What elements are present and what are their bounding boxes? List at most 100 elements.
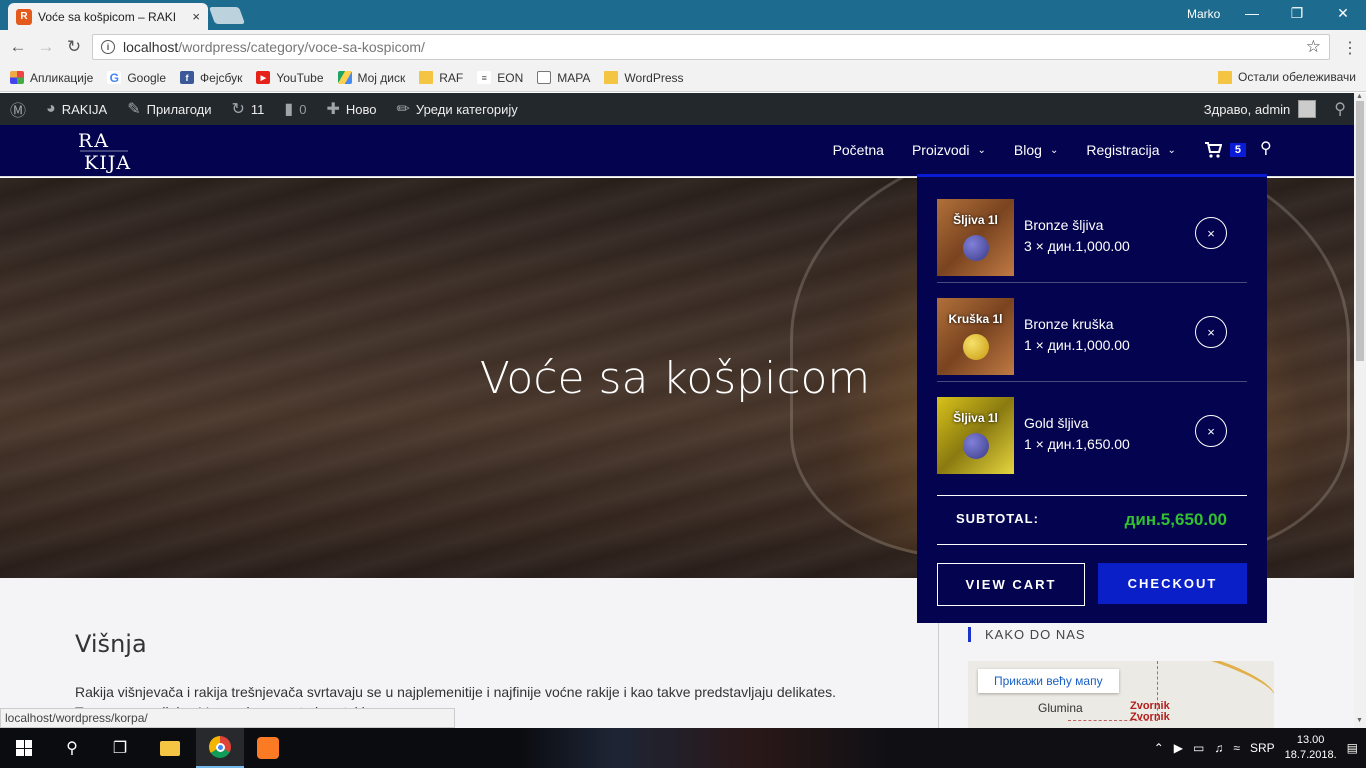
wp-logo-button[interactable]: Ⓜ [0, 93, 36, 125]
subtotal-row: SUBTOTAL: дин.5,650.00 [937, 495, 1247, 545]
start-button[interactable] [0, 728, 48, 768]
bookmark-wordpress[interactable]: WordPress [604, 71, 684, 85]
cart-item-name[interactable]: Bronze kruška [1024, 316, 1113, 332]
new-tab-button[interactable] [208, 7, 246, 24]
wp-account[interactable]: Здраво, admin ⚲ [1204, 93, 1346, 125]
cart-item: Kruška 1l Bronze kruška 1 × дин.1,000.00… [937, 286, 1247, 382]
search-taskbar-button[interactable]: ⚲ [48, 728, 96, 768]
chrome-taskbar-button[interactable] [196, 728, 244, 768]
input-language[interactable]: SRP [1250, 741, 1275, 755]
search-icon[interactable]: ⚲ [1260, 138, 1272, 158]
xampp-favicon-icon: R [16, 8, 32, 25]
pear-icon [962, 334, 989, 360]
minimize-icon[interactable]: — [1242, 5, 1262, 21]
task-view-button[interactable]: ❐ [96, 728, 144, 768]
info-icon[interactable]: i [101, 40, 115, 54]
chrome-menu-icon[interactable]: ⋮ [1342, 38, 1358, 58]
bookmark-google[interactable]: G Google [107, 71, 166, 85]
clock[interactable]: 13.00 18.7.2018. [1285, 733, 1337, 763]
volume-icon[interactable]: ♫ [1214, 741, 1223, 755]
youtube-icon: ▶ [256, 71, 271, 84]
close-window-icon[interactable]: ✕ [1333, 5, 1353, 22]
cart-item-qty: 1 × дин.1,000.00 [1024, 337, 1130, 353]
window-user[interactable]: Marko [1187, 7, 1220, 21]
file-explorer-button[interactable] [146, 728, 194, 768]
bookmark-other[interactable]: Остали обележивачи [1218, 70, 1356, 84]
bookmark-mapa[interactable]: MAPA [537, 71, 590, 85]
cart-item-qty: 1 × дин.1,650.00 [1024, 436, 1130, 452]
cart-item-name[interactable]: Gold šljiva [1024, 415, 1089, 431]
tab-title: Voće sa košpicom – RAKI [38, 9, 177, 24]
omnibox[interactable]: i localhost/wordpress/category/voce-sa-k… [92, 34, 1330, 60]
cart-button[interactable]: 5 [1204, 142, 1246, 158]
wp-new-label: Ново [345, 101, 377, 117]
forward-icon[interactable]: → [36, 37, 56, 57]
remove-item-button[interactable]: × [1195, 316, 1227, 348]
map-widget[interactable]: Прикажи већу мапу Glumina Zvornik Zvornik [968, 661, 1274, 731]
xampp-icon [257, 737, 279, 759]
scroll-up-icon[interactable]: ▲ [1356, 93, 1363, 100]
notifications-icon[interactable]: ▤ [1347, 741, 1358, 755]
wp-updates[interactable]: ↻ 11 [222, 93, 275, 125]
tab-close-icon[interactable]: × [192, 9, 200, 24]
windows-taskbar: ⚲ ❐ ⌃ ▶ ▭ ♫ ≈ SRP 13.00 18.7.2018. ▤ [0, 728, 1366, 768]
wp-comments[interactable]: ▮ 0 [274, 93, 316, 125]
nav-pocetna[interactable]: Početna [833, 142, 884, 158]
scroll-down-icon[interactable]: ▼ [1356, 717, 1363, 724]
product-thumbnail[interactable]: Šljiva 1l [937, 397, 1014, 474]
bookmark-label: MAPA [557, 70, 591, 85]
nav-proizvodi[interactable]: Proizvodi ⌄ [912, 142, 986, 158]
map-label-glumina: Glumina [1038, 701, 1083, 715]
bookmark-label: Остали обележивачи [1238, 70, 1356, 84]
nav-registracija[interactable]: Registracija ⌄ [1086, 142, 1176, 158]
post-title[interactable]: Višnja [75, 630, 147, 658]
avatar [1298, 100, 1317, 118]
wp-customize[interactable]: ✎ Прилагоди [117, 93, 221, 125]
map-larger-button[interactable]: Прикажи већу мапу [978, 669, 1119, 693]
site-logo[interactable]: RA KIJA [76, 127, 132, 175]
chevron-down-icon: ⌄ [1049, 144, 1059, 156]
restore-icon[interactable]: ❐ [1287, 5, 1307, 22]
back-icon[interactable]: ← [8, 37, 28, 57]
battery-icon[interactable]: ▭ [1193, 741, 1204, 755]
remove-item-button[interactable]: × [1195, 415, 1227, 447]
power-icon[interactable]: ▶ [1174, 741, 1183, 755]
folder-icon [604, 71, 619, 84]
facebook-icon: f [180, 71, 195, 84]
chevron-up-icon[interactable]: ⌃ [1154, 741, 1164, 755]
bookmark-youtube[interactable]: ▶ YouTube [256, 71, 324, 85]
bookmark-drive[interactable]: Мој диск [337, 71, 405, 85]
wp-site-label: RAKIJA [61, 101, 108, 117]
wp-search-icon[interactable]: ⚲ [1334, 99, 1346, 119]
bookmark-raf[interactable]: RAF [419, 71, 463, 85]
windows-icon [16, 740, 32, 756]
bookmark-star-icon[interactable]: ☆ [1306, 37, 1321, 57]
url-text[interactable]: localhost/wordpress/category/voce-sa-kos… [123, 39, 1298, 55]
wp-new[interactable]: ✚ Ново [316, 93, 386, 125]
product-thumbnail[interactable]: Šljiva 1l [937, 199, 1014, 276]
view-cart-button[interactable]: VIEW CART [937, 563, 1085, 606]
subtotal-value: дин.5,650.00 [1124, 510, 1227, 529]
bookmark-facebook[interactable]: f Фејсбук [180, 71, 242, 85]
nav-blog[interactable]: Blog ⌄ [1014, 142, 1058, 158]
page-scrollbar[interactable]: ▲ ▼ [1354, 93, 1366, 728]
checkout-button[interactable]: CHECKOUT [1098, 563, 1247, 604]
wordpress-icon: Ⓜ [10, 103, 27, 120]
wp-site-name[interactable]: ◕ RAKIJA [36, 93, 117, 125]
remove-item-button[interactable]: × [1195, 217, 1227, 249]
wifi-icon[interactable]: ≈ [1233, 741, 1240, 755]
xampp-taskbar-button[interactable] [244, 728, 292, 768]
thumb-label: Kruška 1l [948, 312, 1003, 326]
bookmark-apps[interactable]: Апликације [10, 71, 93, 85]
product-thumbnail[interactable]: Kruška 1l [937, 298, 1014, 375]
cart-item: Šljiva 1l Bronze šljiva 3 × дин.1,000.00… [937, 187, 1247, 283]
drive-icon [337, 71, 352, 84]
scroll-thumb[interactable] [1356, 101, 1364, 361]
cart-icon [1204, 142, 1222, 158]
subtotal-label: SUBTOTAL: [956, 511, 1039, 526]
cart-item-name[interactable]: Bronze šljiva [1024, 217, 1103, 233]
tab-active[interactable]: R Voće sa košpicom – RAKI × [8, 3, 208, 30]
wp-edit-category[interactable]: ✏ Уреди категорију [386, 93, 527, 125]
reload-icon[interactable]: ↻ [64, 37, 84, 57]
bookmark-eon[interactable]: ≡ EON [477, 71, 523, 85]
